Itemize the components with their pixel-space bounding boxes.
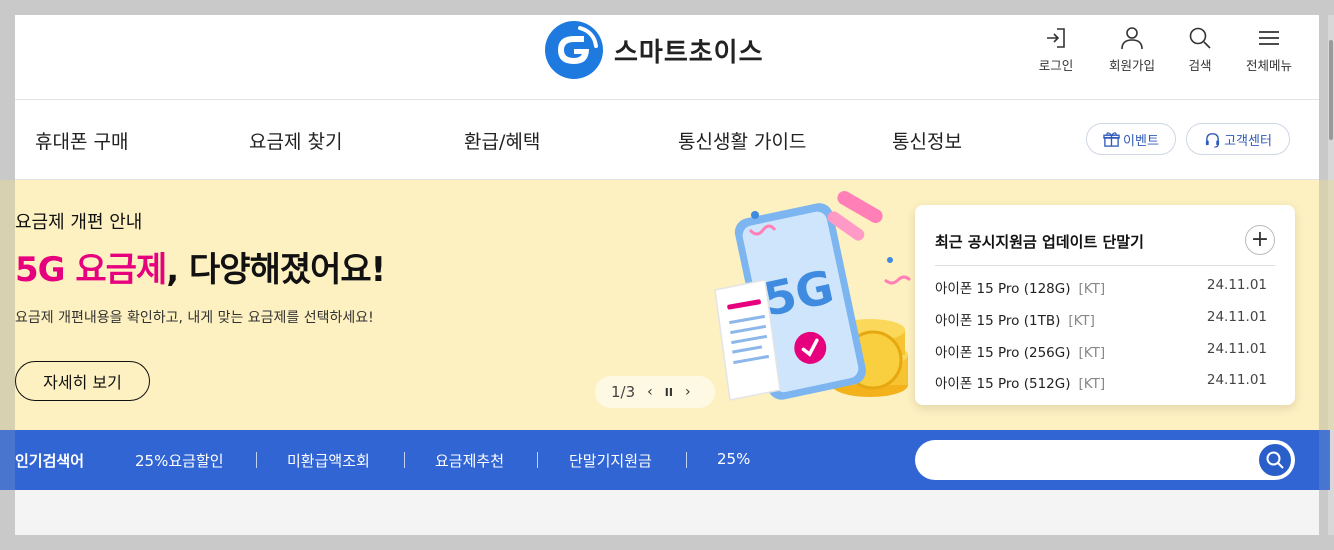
card-title: 최근 공시지원금 업데이트 단말기	[935, 233, 1144, 251]
side-overlay-right-blue	[1319, 430, 1330, 490]
nav-item-refund-benefit[interactable]: 환급/혜택	[464, 127, 540, 154]
popular-keywords-label: 인기검색어	[15, 452, 85, 470]
slide-next-button[interactable]: ›	[685, 384, 691, 400]
nav-item-phone-purchase[interactable]: 휴대폰 구매	[35, 127, 128, 154]
all-menu-button[interactable]: 전체메뉴	[1239, 25, 1299, 74]
menu-icon	[1259, 31, 1279, 45]
device-name: 아이폰 15 Pro (512G)	[935, 376, 1071, 392]
popular-search-bar: 인기검색어 25%요금할인 미환급액조회 요금제추천 단말기지원금 25%	[15, 430, 1319, 490]
scrollbar-thumb[interactable]	[1329, 40, 1333, 140]
keyword-divider	[537, 452, 538, 468]
search-input[interactable]	[915, 440, 1295, 480]
device-name: 아이폰 15 Pro (128G)	[935, 281, 1071, 297]
hero-subtitle: 요금제 개편 안내	[15, 212, 143, 233]
customer-center-label: 고객센터	[1224, 133, 1272, 149]
page-frame: 스마트초이스 로그인 회원가입 검색 전체메뉴 휴대폰 구매 요금제 찾기 환급…	[15, 15, 1319, 535]
carrier: [KT]	[1078, 281, 1106, 297]
card-more-button[interactable]: +	[1245, 225, 1275, 255]
keyword-link[interactable]: 요금제추천	[435, 450, 504, 471]
search-icon	[1266, 451, 1284, 469]
main-navigation: 휴대폰 구매 요금제 찾기 환급/혜택 통신생활 가이드 통신정보 이벤트 고객…	[15, 100, 1319, 180]
slide-controls: 1/3 ‹ II ›	[595, 376, 715, 408]
phone-5g-illustration: 5G	[714, 191, 912, 401]
keyword-link[interactable]: 25%	[717, 450, 750, 468]
headset-icon	[1205, 132, 1220, 148]
hero-title: 5G 요금제, 다양해졌어요!	[15, 242, 386, 291]
side-overlay-left-blue	[0, 430, 15, 490]
gift-icon	[1103, 131, 1120, 147]
signup-button[interactable]: 회원가입	[1102, 25, 1162, 74]
hero-title-rest: , 다양해졌어요!	[166, 250, 386, 290]
update-date: 24.11.01	[1206, 277, 1267, 293]
carrier: [KT]	[1068, 313, 1095, 329]
keyword-divider	[686, 452, 687, 468]
nav-item-telecom-info[interactable]: 통신정보	[892, 127, 962, 154]
device-name: 아이폰 15 Pro (256G)	[935, 345, 1071, 361]
device-name: 아이폰 15 Pro (1TB)	[935, 313, 1061, 329]
view-details-button[interactable]: 자세히 보기	[15, 361, 150, 401]
search-toggle-label: 검색	[1188, 58, 1212, 73]
login-label: 로그인	[1038, 58, 1074, 73]
search-toggle-button[interactable]: 검색	[1170, 25, 1230, 74]
logo-mark-icon	[545, 21, 603, 79]
brand-name: 스마트초이스	[614, 37, 764, 68]
signup-label: 회원가입	[1108, 58, 1155, 73]
search-submit-button[interactable]	[1257, 442, 1293, 478]
event-button[interactable]: 이벤트	[1086, 123, 1176, 155]
carrier: [KT]	[1078, 345, 1106, 361]
list-item[interactable]: 아이폰 15 Pro (1TB) [KT] 24.11.01	[935, 309, 1267, 329]
list-item[interactable]: 아이폰 15 Pro (512G) [KT] 24.11.01	[935, 372, 1267, 392]
slide-prev-button[interactable]: ‹	[647, 384, 653, 400]
keyword-link[interactable]: 25%요금할인	[135, 450, 224, 471]
update-date: 24.11.01	[1206, 309, 1267, 325]
keyword-link[interactable]: 미환급액조회	[287, 450, 370, 471]
carrier: [KT]	[1078, 376, 1106, 392]
slide-pause-button[interactable]: II	[665, 386, 673, 399]
customer-center-button[interactable]: 고객센터	[1186, 123, 1290, 155]
update-date: 24.11.01	[1206, 341, 1267, 357]
list-item[interactable]: 아이폰 15 Pro (256G) [KT] 24.11.01	[935, 341, 1267, 361]
keyword-link[interactable]: 단말기지원금	[569, 450, 652, 471]
brand-logo[interactable]: 스마트초이스	[544, 20, 764, 80]
update-date: 24.11.01	[1206, 372, 1267, 388]
slide-counter: 1/3	[611, 383, 636, 401]
event-label: 이벤트	[1123, 133, 1159, 149]
nav-item-telecom-guide[interactable]: 통신생활 가이드	[678, 127, 806, 154]
all-menu-label: 전체메뉴	[1245, 58, 1292, 73]
hero-description: 요금제 개편내용을 확인하고, 내게 맞는 요금제를 선택하세요!	[15, 310, 374, 326]
subsidy-update-card: 최근 공시지원금 업데이트 단말기 + 아이폰 15 Pro (128G) [KT…	[915, 205, 1295, 405]
login-icon	[1047, 28, 1065, 48]
keyword-divider	[404, 452, 405, 468]
search-icon	[1189, 27, 1211, 49]
list-item[interactable]: 아이폰 15 Pro (128G) [KT] 24.11.01	[935, 277, 1267, 297]
login-button[interactable]: 로그인	[1026, 25, 1086, 74]
nav-item-plan-finder[interactable]: 요금제 찾기	[249, 127, 342, 154]
card-divider	[935, 265, 1275, 266]
hero-title-highlight: 5G 요금제	[15, 250, 167, 290]
keyword-divider	[256, 452, 257, 468]
side-overlay-right	[1319, 180, 1334, 430]
site-header: 스마트초이스 로그인 회원가입 검색 전체메뉴	[15, 15, 1319, 100]
user-icon	[1121, 27, 1143, 50]
